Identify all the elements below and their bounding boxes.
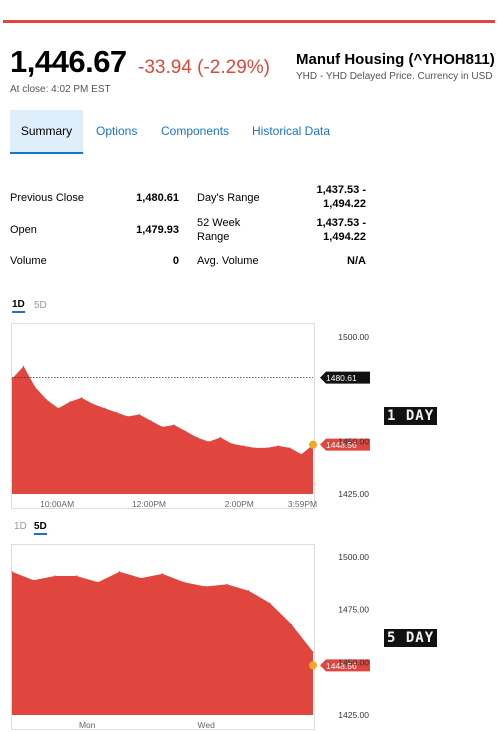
data-point [54,575,56,577]
at-close-time: At close: 4:02 PM EST [10,84,111,95]
y-tick-label: 1425.00 [338,489,369,499]
data-point [138,413,140,416]
y-tick-label: 1500.00 [338,332,369,342]
data-point [80,397,83,399]
chart1-side-label: 1 DAY [384,407,438,425]
data-point [185,430,187,432]
y-tick-label: 1450.00 [338,657,369,667]
data-point [104,407,106,409]
y-tick-label: 1500.00 [338,552,369,562]
data-point [92,403,94,405]
data-point [173,424,175,426]
data-point [204,585,207,588]
data-point [277,445,279,447]
chart2-toggle-5d[interactable]: 5D [34,521,47,535]
chart2-toggle-1d[interactable]: 1D [14,521,27,532]
data-point [290,623,293,626]
data-point [161,426,164,428]
data-point [226,583,228,585]
volume-label: Volume [10,255,47,267]
data-point [312,651,314,653]
volume-value: 0 [172,255,179,267]
data-point [11,378,13,380]
data-point [196,436,198,439]
data-point [183,581,185,583]
week52-value-high: 1,494.22 [323,231,366,243]
last-price-marker [309,440,317,449]
chart1-toggle-5d[interactable]: 5D [34,300,47,311]
x-tick-label: 3:59PM [288,499,317,509]
data-point [22,365,25,367]
chart1-toggle-1d[interactable]: 1D [12,299,25,313]
tab-historical-data[interactable]: Historical Data [252,110,330,152]
x-tick-label: 12:00PM [132,499,166,509]
chart-1d: 1480.611448.561500.001450.001425.0010:00… [11,323,370,509]
data-point [289,447,291,449]
data-point [97,581,99,583]
tab-options[interactable]: Options [96,110,137,152]
days-range-value-low: 1,437.53 - [316,184,366,196]
avg-volume-value: N/A [347,255,366,267]
top-accent-bar [3,20,495,23]
data-point [127,415,129,418]
data-point [208,441,210,443]
previous-close-value: 1,480.61 [136,192,179,204]
data-point [254,447,256,449]
data-point [161,573,164,575]
data-point [242,445,245,447]
data-point [69,401,71,403]
x-tick-label: Mon [79,720,96,730]
quote-price: 1,446.67 [10,44,127,79]
avg-volume-label: Avg. Volume [197,255,259,267]
index-name: Manuf Housing (^YHOH811) [296,51,495,68]
x-tick-label: 10:00AM [40,499,74,509]
days-range-label: Day's Range [197,192,260,204]
data-point [11,571,13,573]
data-point [140,577,142,579]
week52-value-low: 1,437.53 - [316,217,366,229]
last-price-marker [309,661,317,670]
y-tick-label: 1425.00 [338,710,369,720]
data-point [34,386,36,388]
data-point [231,443,233,445]
previous-close-label: 1480.61 [326,373,357,383]
x-tick-label: 2:00PM [225,499,254,509]
data-point [269,602,271,604]
price-area [12,366,313,494]
data-point [219,436,221,439]
data-point [75,575,78,577]
tab-summary[interactable]: Summary [10,110,83,154]
quote-change: -33.94 (-2.29%) [138,57,271,78]
data-point [118,571,121,573]
open-value: 1,479.93 [136,224,179,236]
previous-close-label: Previous Close [10,192,84,204]
week52-label-line2: Range [197,231,230,243]
days-range-value-high: 1,494.22 [323,198,366,210]
data-point [57,407,59,409]
data-point [300,453,303,455]
data-point [247,590,250,592]
data-point [115,411,117,413]
chart-5d: 1448.561500.001475.001450.001425.00Mon We… [11,544,370,730]
chart2-side-label: 5 DAY [384,629,438,647]
index-source: YHD - YHD Delayed Price. Currency in USD [296,71,493,82]
y-tick-label: 1475.00 [338,605,369,615]
open-label: Open [10,224,37,236]
x-tick-label: Wed [197,720,215,730]
data-point [266,447,268,449]
week52-label-line1: 52 Week [197,217,241,229]
y-tick-label: 1450.00 [338,437,369,447]
price-area [12,571,313,715]
tab-components[interactable]: Components [161,110,229,152]
data-point [32,579,35,581]
data-point [150,420,152,422]
data-point [46,399,48,401]
